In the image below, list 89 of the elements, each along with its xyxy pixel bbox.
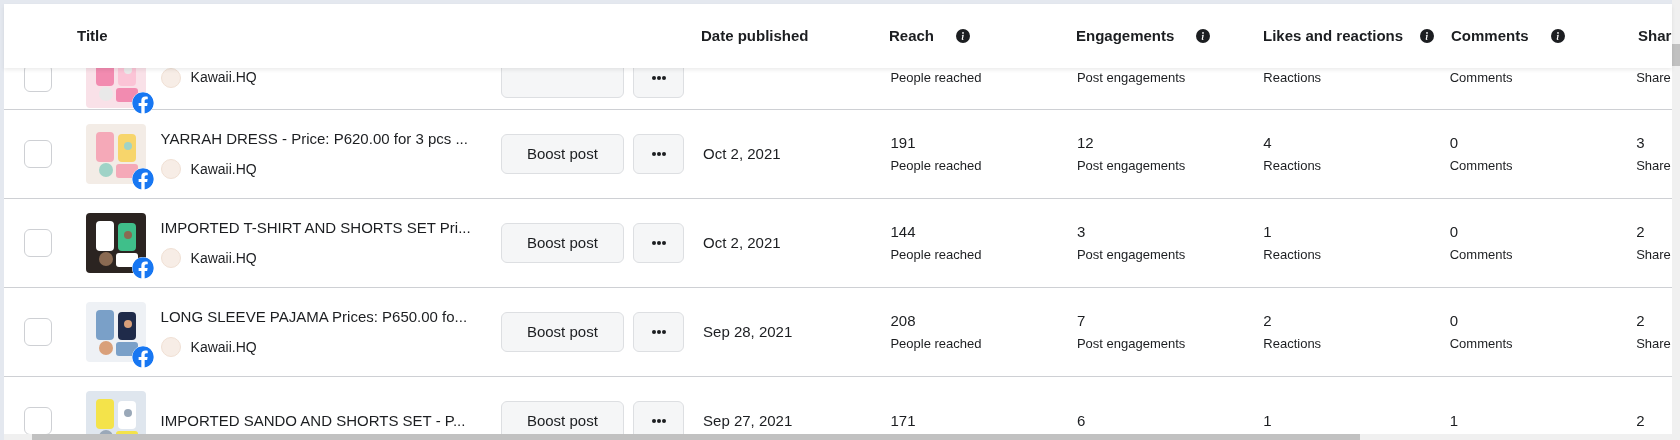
info-icon[interactable] (1196, 29, 1211, 43)
boost-post-button[interactable]: Boost post (500, 223, 625, 263)
avatar-icon (160, 248, 181, 269)
metric-value: 3 (1636, 134, 1646, 152)
metric-value: 2 (1263, 312, 1273, 330)
page-name: Kawaii.HQ (190, 248, 257, 268)
boost-post-button[interactable]: Boost post (500, 134, 625, 174)
column-header[interactable]: Title (77, 25, 108, 47)
metric-label: Post engagements (1076, 158, 1187, 174)
metric-value: 2 (1636, 412, 1646, 430)
metric-value: 208 (890, 312, 917, 330)
metric-value: 191 (890, 134, 917, 152)
more-icon (651, 241, 666, 245)
metric-label: People reached (890, 247, 983, 263)
metric-value: 6 (1076, 412, 1087, 430)
date-published: Oct 2, 2021 (703, 145, 781, 162)
column-header[interactable]: Reach (889, 25, 935, 47)
metric-value: 1 (1263, 412, 1273, 430)
column-header[interactable]: Date published (701, 25, 809, 47)
row-checkbox[interactable] (24, 68, 52, 92)
metric-label: Share (1636, 158, 1672, 174)
metric-label: Post engagements (1076, 247, 1187, 263)
page-name: Kawaii.HQ (190, 159, 257, 179)
row-checkbox[interactable] (24, 140, 52, 168)
date-published: Sep 27, 2021 (703, 412, 793, 429)
boost-post-button[interactable]: Boost post (500, 401, 625, 434)
page-name: Kawaii.HQ (190, 337, 257, 357)
boost-post-button[interactable]: Boost post (500, 312, 625, 352)
facebook-icon (131, 346, 154, 368)
metric-value: 3 (1076, 223, 1087, 241)
metric-label: Comments (1449, 69, 1514, 86)
metric-label: Reactions (1263, 69, 1323, 86)
metric-label: Reactions (1263, 247, 1323, 263)
column-header[interactable]: Engagements (1076, 25, 1175, 47)
metric-label: Comments (1449, 158, 1514, 174)
avatar-icon (160, 68, 181, 88)
post-title[interactable]: YARRAH DRESS - Price: P620.00 for 3 pcs ... (160, 128, 493, 151)
metric-value: 1 (1263, 223, 1273, 241)
metric-label: Reactions (1263, 158, 1323, 174)
metric-label: Share (1636, 336, 1672, 352)
metric-label: Share (1636, 247, 1672, 263)
boost-post-button[interactable] (500, 68, 625, 98)
info-icon[interactable] (1420, 29, 1434, 43)
metric-value: 0 (1449, 312, 1460, 330)
page-name: Kawaii.HQ (190, 68, 257, 87)
metric-value: 2 (1636, 312, 1646, 330)
date-published: Sep 28, 2021 (703, 323, 793, 340)
row-checkbox[interactable] (24, 229, 52, 257)
metric-value: 1 (1449, 412, 1460, 430)
date-published: Oct 2, 2021 (703, 234, 781, 251)
metric-value: 12 (1076, 134, 1095, 152)
row-checkbox[interactable] (24, 318, 52, 346)
row-checkbox[interactable] (24, 407, 52, 434)
metric-label: People reached (890, 158, 983, 174)
post-title[interactable]: IMPORTED T-SHIRT AND SHORTS SET Pri... (160, 217, 493, 240)
column-header[interactable]: Shar (1638, 25, 1672, 47)
metric-value: 0 (1449, 223, 1460, 241)
metric-value: 0 (1449, 134, 1460, 152)
more-button[interactable] (633, 68, 685, 98)
post-title[interactable]: LONG SLEEVE PAJAMA Prices: P650.00 fo... (160, 306, 493, 329)
facebook-icon (131, 168, 154, 190)
metric-value: 7 (1076, 312, 1087, 330)
metric-value: 2 (1636, 223, 1646, 241)
facebook-icon (131, 257, 154, 279)
metric-label: Reactions (1263, 336, 1323, 352)
metric-value: 144 (890, 223, 917, 241)
more-icon (651, 330, 666, 334)
metric-label: People reached (890, 69, 983, 86)
more-button[interactable] (633, 401, 685, 434)
vertical-scrollbar[interactable] (1672, 0, 1680, 440)
more-icon (651, 152, 666, 156)
metric-label: Share (1636, 69, 1672, 86)
post-title[interactable]: IMPORTED SANDO AND SHORTS SET - P... (160, 409, 493, 433)
horizontal-scrollbar[interactable] (4, 434, 1672, 440)
avatar-icon (160, 337, 181, 358)
metric-label: People reached (890, 336, 983, 352)
metric-label: Post engagements (1076, 336, 1187, 352)
metric-value: 171 (890, 412, 917, 430)
info-icon[interactable] (956, 29, 971, 43)
metric-label: Comments (1449, 247, 1514, 263)
more-icon (651, 419, 666, 423)
column-header[interactable]: Comments (1451, 25, 1529, 47)
more-icon (651, 75, 666, 80)
metric-label: Post engagements (1076, 69, 1187, 86)
metric-label: Comments (1449, 336, 1514, 352)
info-icon[interactable] (1550, 29, 1565, 43)
column-header[interactable]: Likes and reactions (1263, 25, 1408, 47)
metric-value: 4 (1263, 134, 1273, 152)
avatar-icon (160, 159, 181, 180)
